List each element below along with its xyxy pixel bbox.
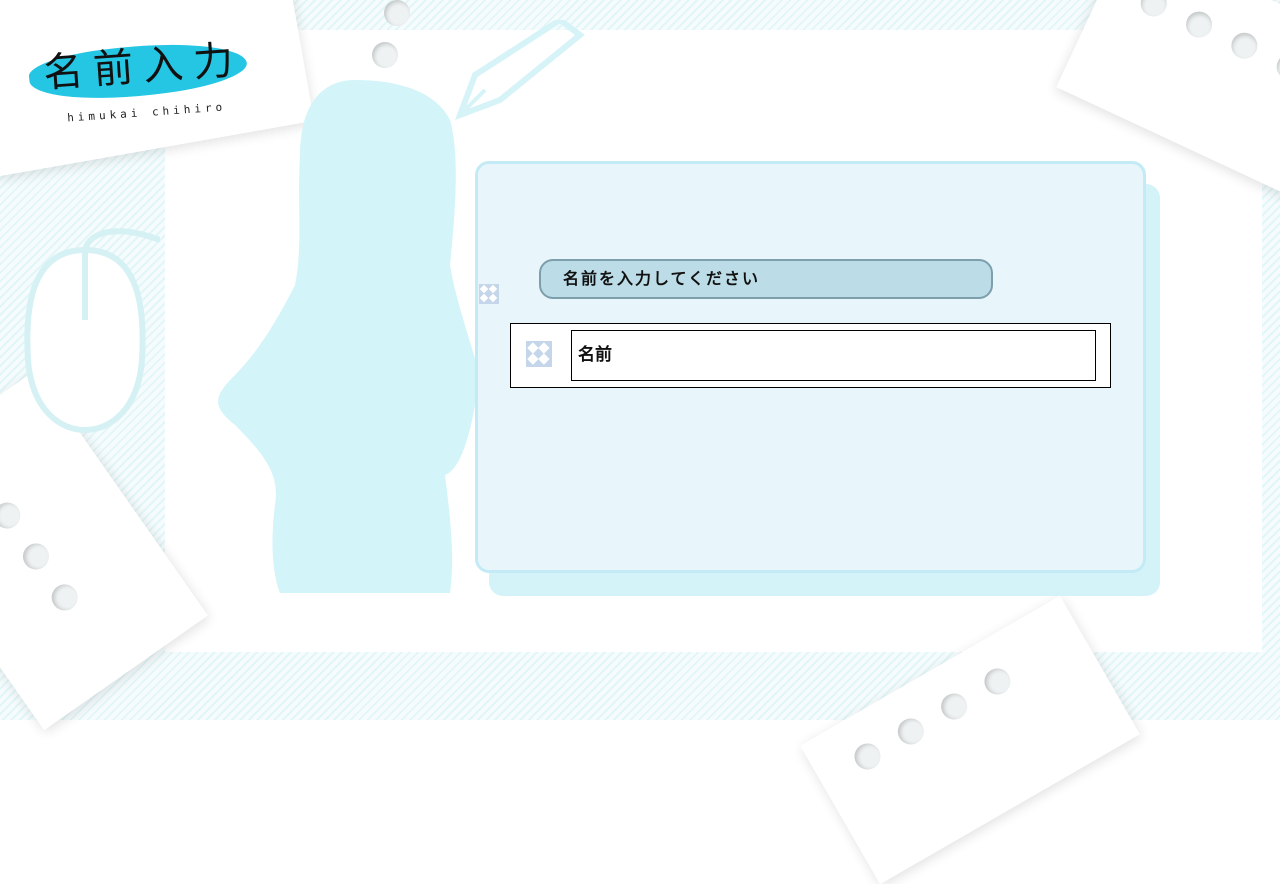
- paper-hole: [384, 0, 410, 26]
- name-prompt-label: 名前を入力してください: [539, 259, 993, 299]
- paper-hole: [372, 42, 398, 68]
- screen-subtitle: himukai chihiro: [66, 100, 227, 125]
- broken-image-icon: [526, 341, 552, 367]
- title-logo: 名前入力 himukai chihiro: [25, 28, 255, 128]
- broken-image-icon: [479, 284, 499, 304]
- character-silhouette: [218, 80, 477, 593]
- mouse-icon: [24, 228, 160, 434]
- name-input[interactable]: 名前: [571, 330, 1096, 381]
- screen-title: 名前入力: [41, 37, 245, 97]
